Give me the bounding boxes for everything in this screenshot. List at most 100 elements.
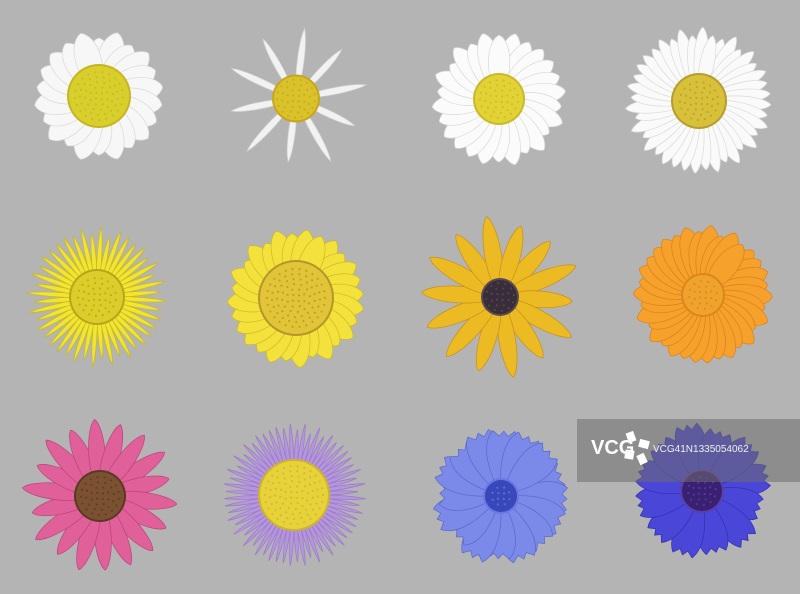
- watermark-logo-icon: [621, 428, 655, 473]
- floret-dot: [690, 117, 693, 120]
- floret-dot: [120, 103, 123, 106]
- floret-dot: [87, 503, 91, 506]
- floret-dot: [98, 293, 102, 296]
- floret-dot: [117, 490, 120, 493]
- floret-dot: [711, 97, 714, 101]
- floret-dot: [275, 501, 278, 504]
- floret-dot: [266, 289, 269, 293]
- floret-dot: [106, 287, 110, 290]
- floret-dot: [490, 299, 493, 302]
- floret-dot: [494, 100, 498, 103]
- floret-dot: [296, 485, 299, 488]
- floret-dot: [293, 517, 296, 521]
- floret-dot: [311, 320, 314, 323]
- floret-dot: [117, 497, 120, 500]
- floret-dot: [283, 477, 287, 480]
- floret-dot: [115, 504, 118, 507]
- floret-dot: [94, 71, 97, 74]
- floret-dot: [297, 94, 301, 97]
- floret-dot: [87, 73, 90, 76]
- floret-dot: [697, 492, 701, 495]
- floret-dot: [496, 497, 500, 500]
- floret-dot: [305, 269, 308, 272]
- floret-dot: [308, 483, 311, 486]
- floret-dot: [96, 476, 99, 479]
- floret-dot: [84, 96, 87, 100]
- floret-dot: [292, 78, 295, 81]
- floret-dot: [496, 486, 499, 489]
- floret-dot: [313, 292, 316, 295]
- floret-dot: [108, 73, 111, 76]
- floret-dot: [709, 486, 712, 489]
- floret-dot: [307, 302, 311, 305]
- floret-dot: [284, 490, 287, 493]
- floret-dot: [501, 89, 504, 92]
- floret-dot: [496, 292, 499, 296]
- floret-dot: [710, 297, 713, 300]
- floret-dot: [279, 513, 282, 517]
- floret-dot: [276, 91, 280, 94]
- floret-dot: [316, 488, 319, 491]
- floret-dot: [94, 97, 98, 100]
- floret-dot: [692, 112, 695, 116]
- floret-dot: [89, 83, 92, 87]
- floret-dot: [305, 288, 309, 291]
- floret-dot: [82, 297, 85, 301]
- floret-dot: [291, 325, 294, 328]
- floret-dot: [292, 283, 296, 286]
- floret-dot: [303, 93, 306, 96]
- floret-dot: [289, 110, 292, 113]
- floret-dot: [79, 110, 82, 113]
- floret-dot: [279, 488, 283, 491]
- floret-dot: [271, 291, 274, 295]
- floret-dot: [278, 481, 281, 484]
- floret-dot: [291, 512, 294, 516]
- floret-dot: [689, 96, 692, 99]
- floret-dot: [114, 77, 117, 80]
- floret-dot: [695, 96, 698, 100]
- white-aster-flower: [618, 20, 780, 182]
- floret-dot: [101, 282, 104, 286]
- floret-dot: [692, 486, 695, 489]
- floret-dot: [111, 500, 115, 503]
- floret-dot: [300, 516, 303, 519]
- floret-dot: [688, 295, 691, 299]
- floret-dot: [716, 102, 719, 105]
- floret-dot: [84, 89, 88, 92]
- floret-dot: [696, 306, 699, 310]
- floret-dot: [275, 98, 279, 101]
- floret-dot: [87, 284, 90, 288]
- floret-dot: [490, 284, 493, 288]
- floret-dot: [286, 86, 289, 89]
- floret-dot: [109, 479, 113, 482]
- floret-dot: [709, 500, 712, 504]
- floret-dot: [310, 286, 313, 289]
- floret-dot: [303, 472, 306, 475]
- floret-dot: [89, 478, 93, 481]
- floret-dot: [297, 100, 300, 103]
- floret-dot: [75, 103, 78, 107]
- floret-dot: [305, 281, 309, 284]
- floret-dot: [110, 100, 114, 103]
- floret-dot: [314, 474, 317, 477]
- floret-dot: [715, 291, 718, 295]
- floret-dot: [85, 496, 88, 500]
- floret-dot: [504, 282, 507, 286]
- floret-dot: [493, 308, 496, 312]
- floret-dot: [500, 100, 503, 104]
- floret-dot: [104, 481, 107, 485]
- floret-dot: [85, 489, 89, 492]
- floret-dot: [94, 86, 97, 89]
- floret-dot: [74, 89, 77, 93]
- floret-dot: [282, 521, 285, 524]
- floret-dot: [102, 503, 105, 506]
- floret-dot: [291, 100, 295, 103]
- floret-dot: [95, 486, 98, 489]
- floret-dot: [689, 103, 692, 106]
- floret-dot: [308, 316, 311, 319]
- floret-dot: [81, 502, 84, 505]
- floret-dot: [116, 97, 119, 100]
- flower-center: [485, 480, 517, 512]
- floret-dot: [298, 305, 301, 308]
- floret-dot: [713, 495, 717, 498]
